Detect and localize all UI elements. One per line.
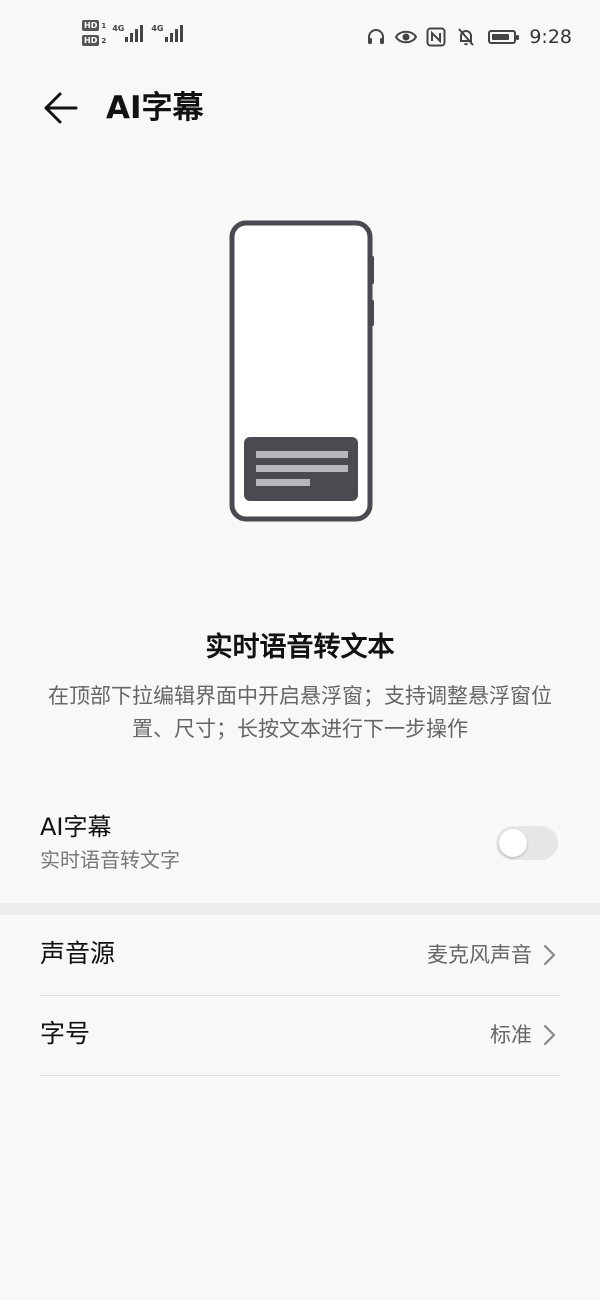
ai-caption-toggle-row[interactable]: AI字幕 实时语音转文字 bbox=[0, 800, 600, 896]
sim2-signal: 4G bbox=[151, 24, 183, 42]
chevron-right-icon bbox=[543, 1024, 556, 1046]
feature-title: 实时语音转文本 bbox=[205, 632, 395, 663]
signal-bars-icon bbox=[164, 24, 183, 42]
sim-badges: HD 1 HD 2 bbox=[82, 20, 106, 46]
screen: HD 1 HD 2 4G 4G 9:28 AI字幕 实时语音转文本 在顶部下拉编… bbox=[0, 0, 600, 1300]
toggle-subtitle: 实时语音转文字 bbox=[40, 848, 180, 872]
feature-description: 在顶部下拉编辑界面中开启悬浮窗；支持调整悬浮窗位置、尺寸；长按文本进行下一步操作 bbox=[48, 684, 552, 741]
sound-source-value: 麦克风声音 bbox=[427, 943, 532, 967]
app-header: AI字幕 bbox=[0, 72, 600, 144]
phone-floating-caption-illustration bbox=[228, 220, 378, 525]
font-size-row[interactable]: 字号 标准 bbox=[0, 995, 600, 1075]
ai-caption-switch[interactable] bbox=[496, 826, 558, 860]
bell-off-icon bbox=[455, 26, 477, 48]
switch-knob bbox=[499, 829, 527, 857]
font-size-label: 字号 bbox=[40, 1019, 91, 1048]
font-size-value: 标准 bbox=[490, 1023, 532, 1047]
eye-icon bbox=[395, 26, 418, 48]
clock: 9:28 bbox=[529, 26, 572, 48]
status-bar-left: HD 1 HD 2 4G 4G bbox=[82, 20, 191, 46]
status-bar: HD 1 HD 2 4G 4G 9:28 bbox=[0, 0, 600, 72]
page-title: AI字幕 bbox=[106, 90, 204, 126]
sim1-badge: HD 1 bbox=[82, 20, 106, 31]
battery-icon bbox=[485, 26, 520, 48]
nfc-icon bbox=[425, 26, 447, 48]
sim2-hd-label: HD bbox=[82, 35, 100, 46]
sim1-number: 1 bbox=[101, 21, 107, 30]
arrow-left-icon bbox=[44, 92, 78, 124]
row-divider bbox=[40, 1075, 560, 1076]
chevron-right-icon bbox=[543, 944, 556, 966]
status-bar-right: 9:28 bbox=[365, 22, 572, 52]
signal-bars-icon bbox=[125, 24, 144, 42]
sim1-hd-label: HD bbox=[82, 20, 100, 31]
section-divider bbox=[0, 903, 600, 915]
sound-source-label: 声音源 bbox=[40, 939, 116, 968]
sim1-network-label: 4G bbox=[112, 24, 125, 33]
sound-source-row[interactable]: 声音源 麦克风声音 bbox=[0, 915, 600, 995]
headset-icon bbox=[365, 26, 387, 48]
sim2-number: 2 bbox=[101, 36, 107, 45]
sim2-badge: HD 2 bbox=[82, 35, 106, 46]
sim2-network-label: 4G bbox=[151, 24, 164, 33]
sim1-signal: 4G bbox=[112, 24, 144, 42]
toggle-title: AI字幕 bbox=[40, 813, 112, 841]
back-button[interactable] bbox=[38, 86, 82, 130]
